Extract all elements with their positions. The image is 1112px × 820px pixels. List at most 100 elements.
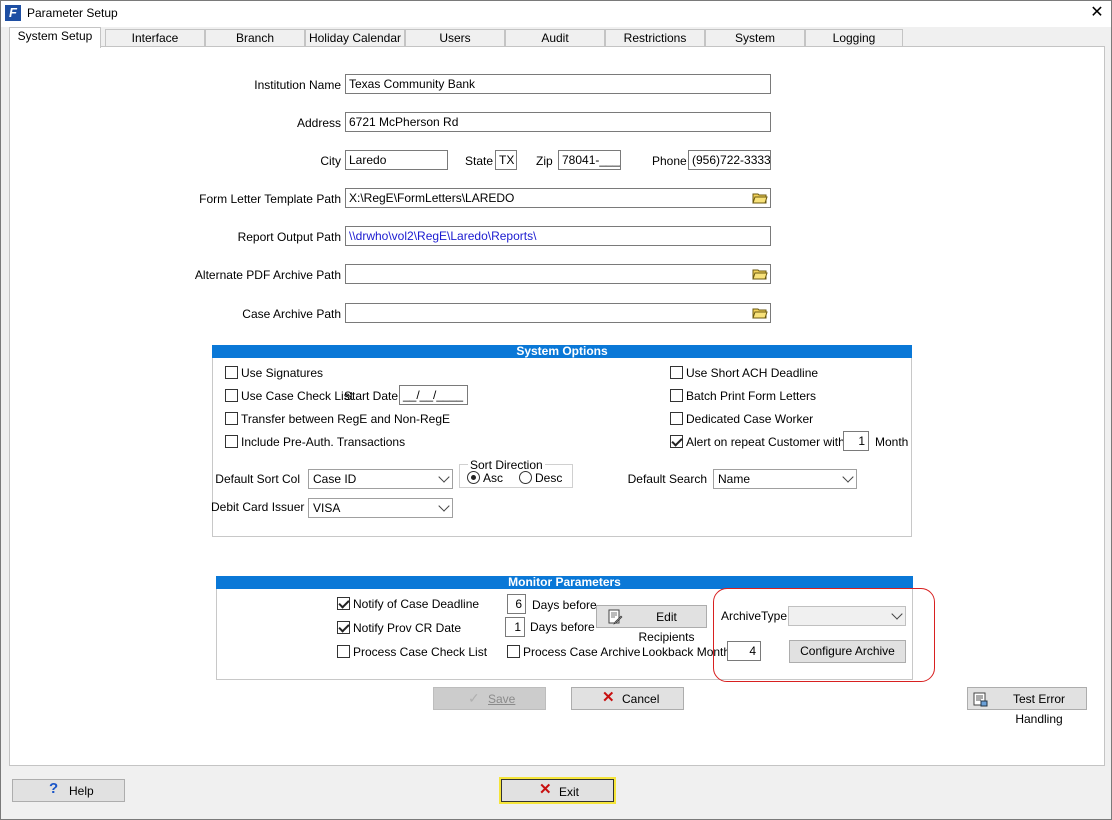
tab-users[interactable]: Users [405, 29, 505, 47]
notify-deadline-checkbox[interactable] [337, 597, 350, 610]
process-archive-label: Process Case Archive [523, 645, 641, 659]
zip-field[interactable]: 78041-____ [558, 150, 621, 170]
phone-field[interactable]: (956)722-3333 [688, 150, 771, 170]
checkmark-icon: ✓ [468, 690, 480, 706]
system-options-header: System Options [212, 345, 912, 358]
folder-open-icon[interactable] [752, 306, 768, 320]
help-label: Help [69, 784, 94, 798]
dedicated-worker-checkbox[interactable] [670, 412, 683, 425]
highlight-annotation [713, 588, 935, 682]
deadline-days-field[interactable]: 6 [507, 594, 526, 614]
close-icon[interactable]: ✕ [1087, 3, 1107, 23]
edit-recipients-button[interactable]: Edit Recipients [596, 605, 707, 644]
window-title: Parameter Setup [27, 6, 118, 20]
tab-interface[interactable]: Interface [105, 29, 205, 47]
sort-asc-label: Asc [483, 471, 504, 485]
alt-pdf-archive-path-field[interactable] [345, 264, 771, 284]
form-letter-path-field[interactable]: X:\RegE\FormLetters\LAREDO [345, 188, 771, 208]
report-output-path-label: Report Output Path [237, 230, 341, 244]
debit-issuer-value: VISA [313, 501, 341, 515]
default-search-value: Name [718, 472, 751, 486]
save-button[interactable]: ✓ Save [433, 687, 546, 710]
script-icon [973, 692, 988, 707]
use-short-ach-label: Use Short ACH Deadline [686, 366, 819, 380]
start-date-label: Start Date [344, 389, 399, 403]
batch-print-label: Batch Print Form Letters [686, 389, 817, 403]
sort-direction-label: Sort Direction [468, 458, 545, 472]
transfer-regE-checkbox[interactable] [225, 412, 238, 425]
alert-repeat-checkbox[interactable] [670, 435, 683, 448]
folder-open-icon[interactable] [752, 267, 768, 281]
default-sort-label: Default Sort Col [215, 472, 300, 486]
default-sort-value: Case ID [313, 472, 357, 486]
case-archive-path-field[interactable] [345, 303, 771, 323]
title-bar: F Parameter Setup ✕ [1, 1, 1111, 27]
tab-system-setup[interactable]: System Setup [9, 27, 101, 48]
debit-issuer-label: Debit Card Issuer [211, 500, 305, 514]
alert-months-field[interactable]: 1 [843, 431, 869, 451]
tab-logging[interactable]: Logging [805, 29, 903, 47]
test-error-handling-label: Test Error Handling [1012, 692, 1065, 726]
tab-branch[interactable]: Branch [205, 29, 305, 47]
form-letter-path-label: Form Letter Template Path [199, 192, 341, 206]
days-before-label: Days before [532, 598, 597, 612]
start-date-field[interactable]: __/__/____ [399, 385, 468, 405]
month-label: Month [875, 435, 909, 449]
prov-days-field[interactable]: 1 [505, 617, 525, 637]
save-label: Save [488, 692, 516, 706]
days-before-label: Days before [530, 620, 595, 634]
red-x-icon: ✕ [539, 781, 552, 798]
use-case-check-list-checkbox[interactable] [225, 389, 238, 402]
sort-desc-label: Desc [535, 471, 563, 485]
default-sort-select[interactable]: Case ID [308, 469, 453, 489]
sort-asc-radio[interactable] [467, 471, 480, 484]
process-check-list-checkbox[interactable] [337, 645, 350, 658]
transfer-regE-label: Transfer between RegE and Non-RegE [241, 412, 451, 426]
batch-print-checkbox[interactable] [670, 389, 683, 402]
include-preauth-checkbox[interactable] [225, 435, 238, 448]
use-short-ach-checkbox[interactable] [670, 366, 683, 379]
use-signatures-label: Use Signatures [241, 366, 324, 380]
sort-desc-radio[interactable] [519, 471, 532, 484]
notify-prov-label: Notify Prov CR Date [353, 621, 462, 635]
red-x-icon: ✕ [602, 689, 615, 706]
phone-label: Phone [652, 154, 687, 168]
process-check-list-label: Process Case Check List [353, 645, 488, 659]
alt-pdf-archive-path-label: Alternate PDF Archive Path [194, 268, 341, 282]
chevron-down-icon [438, 500, 450, 512]
report-output-path-field[interactable]: \\drwho\vol2\RegE\Laredo\Reports\ [345, 226, 771, 246]
city-field[interactable]: Laredo [345, 150, 448, 170]
case-archive-path-label: Case Archive Path [242, 307, 341, 321]
folder-open-icon[interactable] [752, 191, 768, 205]
address-field[interactable]: 6721 McPherson Rd [345, 112, 771, 132]
institution-name-label: Institution Name [254, 78, 341, 92]
cancel-button[interactable]: ✕ Cancel [571, 687, 684, 710]
tab-holiday-calendar[interactable]: Holiday Calendar [305, 29, 405, 47]
state-field[interactable]: TX [495, 150, 517, 170]
parameter-setup-window: F Parameter Setup ✕ System Setup Interfa… [0, 0, 1112, 820]
chevron-down-icon [438, 471, 450, 483]
edit-document-icon [608, 609, 623, 625]
exit-button[interactable]: ✕ Exit [499, 777, 616, 804]
app-icon: F [5, 5, 21, 21]
use-case-check-list-label: Use Case Check List [241, 389, 354, 403]
test-error-handling-button[interactable]: Test Error Handling [967, 687, 1087, 726]
edit-recipients-label: Edit Recipients [638, 610, 695, 644]
help-question-icon: ? [49, 780, 59, 797]
include-preauth-label: Include Pre-Auth. Transactions [241, 435, 406, 449]
process-archive-checkbox[interactable] [507, 645, 520, 658]
zip-label: Zip [536, 154, 553, 168]
tab-restrictions[interactable]: Restrictions [605, 29, 705, 47]
state-label: State [465, 154, 494, 168]
cancel-label: Cancel [622, 692, 660, 706]
dedicated-worker-label: Dedicated Case Worker [686, 412, 814, 426]
tab-audit[interactable]: Audit [505, 29, 605, 47]
institution-name-field[interactable]: Texas Community Bank [345, 74, 771, 94]
chevron-down-icon [842, 471, 854, 483]
notify-prov-checkbox[interactable] [337, 621, 350, 634]
default-search-select[interactable]: Name [713, 469, 857, 489]
help-button[interactable]: ? Help [12, 779, 125, 802]
tab-system[interactable]: System [705, 29, 805, 47]
debit-issuer-select[interactable]: VISA [308, 498, 453, 518]
use-signatures-checkbox[interactable] [225, 366, 238, 379]
